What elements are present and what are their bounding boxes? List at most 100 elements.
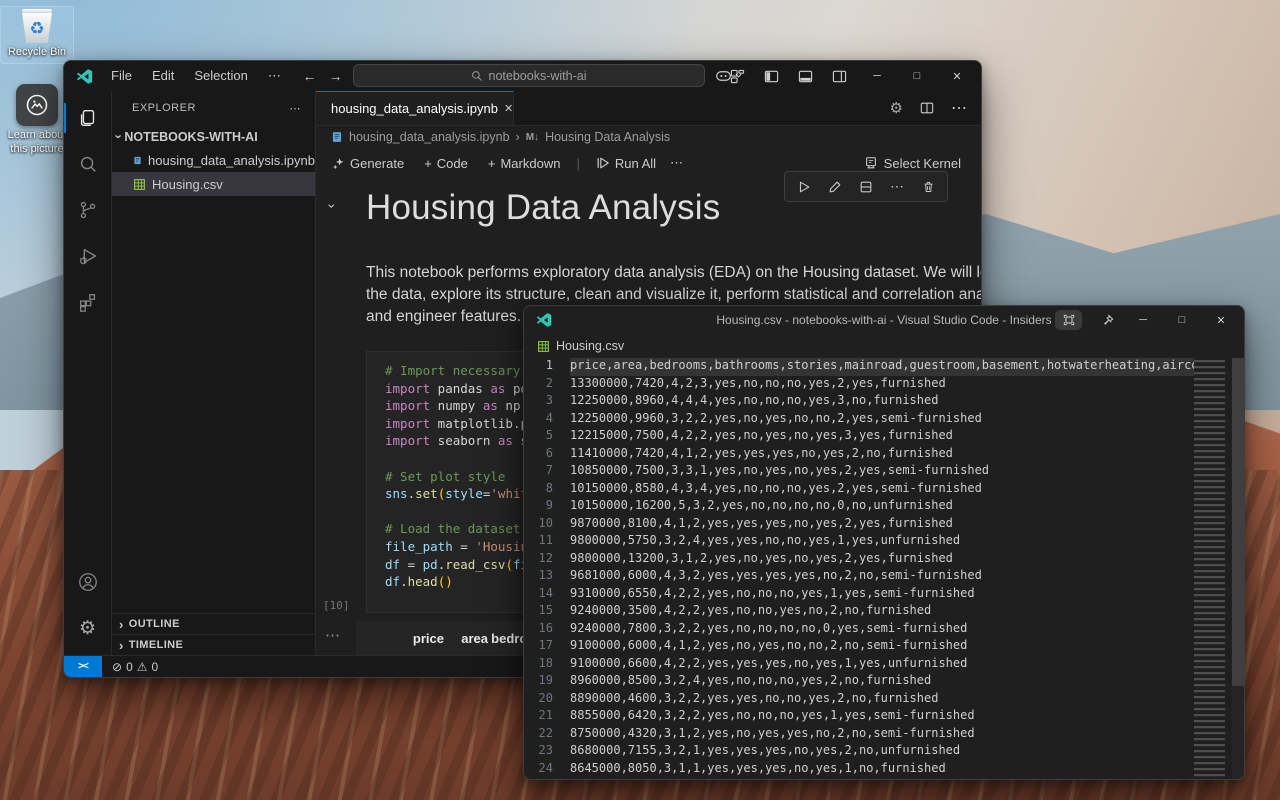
chevron-expanded-icon: › — [112, 134, 127, 138]
nav-back-icon[interactable]: ← — [303, 68, 317, 84]
file-item-notebook[interactable]: housing_data_analysis.ipynb — [112, 148, 315, 172]
maximize-button[interactable]: □ — [1172, 314, 1192, 326]
remote-indicator[interactable]: >< — [64, 656, 102, 677]
cell-more-actions[interactable]: ⋯ — [890, 178, 905, 195]
workspace-root-folder[interactable]: › NOTEBOOKS-WITH-AI — [112, 125, 315, 148]
select-kernel-button[interactable]: Select Kernel — [858, 154, 967, 173]
scrollbar[interactable] — [1232, 358, 1244, 779]
csv-line[interactable]: 238680000,7155,3,2,1,yes,yes,yes,no,yes,… — [524, 743, 1194, 761]
close-tab-icon[interactable]: ✕ — [504, 102, 513, 115]
csv-line[interactable]: 129800000,13200,3,1,2,yes,no,yes,no,yes,… — [524, 551, 1194, 569]
explorer-more-actions[interactable]: ⋯ — [290, 102, 302, 115]
csv-line[interactable]: 213300000,7420,4,2,3,yes,no,no,no,yes,2,… — [524, 376, 1194, 394]
csv-line[interactable]: 198960000,8500,3,2,4,yes,no,no,no,yes,2,… — [524, 673, 1194, 691]
search-icon — [77, 153, 99, 175]
file-item-csv[interactable]: Housing.csv — [112, 172, 315, 196]
activity-run-debug[interactable] — [64, 233, 112, 279]
csv-line[interactable]: 228750000,4320,3,1,2,yes,no,yes,yes,no,2… — [524, 726, 1194, 744]
problems-indicator[interactable]: ⊘ 0 ⚠ 0 — [102, 660, 158, 674]
menu-selection[interactable]: Selection — [186, 66, 255, 86]
toggle-secondary-sidebar-icon[interactable] — [832, 69, 847, 84]
settings-button[interactable]: ⚙ — [64, 605, 112, 651]
output-more-actions[interactable]: ⋯ — [325, 626, 341, 644]
breadcrumb[interactable]: housing_data_analysis.ipynb › M↓ Housing… — [316, 126, 981, 148]
csv-line[interactable]: 710850000,7500,3,3,1,yes,no,yes,no,yes,2… — [524, 463, 1194, 481]
activity-source-control[interactable] — [64, 187, 112, 233]
csv-line[interactable]: 139681000,6000,4,3,2,yes,yes,yes,yes,no,… — [524, 568, 1194, 586]
toggle-panel-icon[interactable] — [798, 69, 813, 84]
toggle-primary-sidebar-icon[interactable] — [764, 69, 779, 84]
csv-line[interactable]: 611410000,7420,4,1,2,yes,yes,yes,no,yes,… — [524, 446, 1194, 464]
extensions-icon — [77, 291, 99, 313]
csv-line[interactable]: 149310000,6550,4,2,2,yes,no,no,no,yes,1,… — [524, 586, 1194, 604]
activity-extensions[interactable] — [64, 279, 112, 325]
nav-forward-icon[interactable]: → — [329, 68, 343, 84]
scrollbar-thumb[interactable] — [1232, 358, 1244, 686]
main-titlebar[interactable]: File Edit Selection ⋯ ← → notebooks-with… — [64, 61, 981, 91]
minimap[interactable] — [1194, 360, 1232, 779]
run-all-icon — [596, 156, 610, 170]
pin-icon[interactable] — [1101, 314, 1114, 327]
markdown-heading: Housing Data Analysis — [366, 188, 720, 228]
csv-line[interactable]: 189100000,6600,4,2,2,yes,yes,yes,no,yes,… — [524, 656, 1194, 674]
tab-housing-notebook[interactable]: housing_data_analysis.ipynb ✕ — [316, 91, 514, 125]
add-code-cell-button[interactable]: +Code — [418, 154, 474, 173]
accounts-button[interactable] — [64, 559, 112, 605]
desktop-icon-recycle-bin[interactable]: ♻ Recycle Bin — [0, 6, 74, 64]
minimize-button[interactable]: ─ — [867, 70, 887, 82]
csv-line[interactable]: 810150000,8580,4,3,4,yes,no,no,no,yes,2,… — [524, 481, 1194, 499]
collapse-section-icon[interactable]: › — [324, 204, 340, 209]
warnings-count: 0 — [152, 660, 159, 674]
csv-file-label[interactable]: Housing.csv — [524, 334, 1244, 358]
menu-file[interactable]: File — [103, 66, 140, 86]
explorer-files-icon — [77, 107, 99, 129]
split-editor-icon[interactable] — [920, 101, 934, 115]
search-icon — [471, 70, 483, 82]
notebook-file-icon — [331, 131, 343, 143]
run-cell-icon[interactable] — [797, 180, 811, 194]
activity-explorer[interactable] — [64, 95, 112, 141]
maximize-button[interactable]: □ — [907, 70, 927, 82]
csv-titlebar[interactable]: Housing.csv - notebooks-with-ai - Visual… — [524, 306, 1244, 334]
tab-bar: housing_data_analysis.ipynb ✕ ⚙ ⋯ — [316, 91, 981, 126]
copilot-button[interactable] — [715, 69, 743, 83]
menu-edit[interactable]: Edit — [144, 66, 182, 86]
generate-button[interactable]: Generate — [326, 154, 410, 173]
csv-line[interactable]: 208890000,4600,3,2,2,yes,yes,no,no,yes,2… — [524, 691, 1194, 709]
run-all-button[interactable]: Run All — [590, 154, 662, 173]
csv-line[interactable]: 179100000,6000,4,1,2,yes,no,yes,no,no,2,… — [524, 638, 1194, 656]
split-cell-icon[interactable] — [859, 180, 873, 194]
vscode-insiders-logo-icon — [76, 68, 93, 85]
csv-line[interactable]: 109870000,8100,4,1,2,yes,yes,yes,no,yes,… — [524, 516, 1194, 534]
close-button[interactable]: ✕ — [1211, 314, 1231, 327]
csv-line[interactable]: 169240000,7800,3,2,2,yes,no,no,no,no,0,y… — [524, 621, 1194, 639]
editor-more-actions[interactable]: ⋯ — [951, 98, 967, 118]
csv-text-area[interactable]: 1price,area,bedrooms,bathrooms,stories,m… — [524, 358, 1194, 779]
activity-bar: ⚙ — [64, 91, 112, 655]
close-button[interactable]: ✕ — [947, 70, 967, 83]
csv-line[interactable]: 1price,area,bedrooms,bathrooms,stories,m… — [524, 358, 1194, 376]
csv-line[interactable]: 218855000,6420,3,2,2,yes,no,no,no,yes,1,… — [524, 708, 1194, 726]
menu-bar[interactable]: File Edit Selection ⋯ — [103, 66, 289, 86]
delete-cell-icon[interactable] — [922, 180, 935, 194]
csv-line[interactable]: 312250000,8960,4,4,4,yes,no,no,no,yes,3,… — [524, 393, 1194, 411]
command-center-search[interactable]: notebooks-with-ai — [353, 64, 705, 87]
restore-full-window-button[interactable] — [1055, 310, 1082, 330]
plus-icon: + — [488, 156, 496, 171]
edit-cell-icon[interactable] — [828, 180, 842, 194]
toolbar-more-actions[interactable]: ⋯ — [670, 155, 683, 171]
csv-line[interactable]: 119800000,5750,3,2,4,yes,yes,no,no,yes,1… — [524, 533, 1194, 551]
csv-line[interactable]: 248645000,8050,3,1,1,yes,yes,yes,no,yes,… — [524, 761, 1194, 779]
outline-section[interactable]: › OUTLINE — [112, 613, 315, 634]
minimize-button[interactable]: ─ — [1133, 314, 1153, 326]
add-markdown-cell-button[interactable]: +Markdown — [482, 154, 567, 173]
csv-line[interactable]: 412250000,9960,3,2,2,yes,no,yes,no,no,2,… — [524, 411, 1194, 429]
timeline-section[interactable]: › TIMELINE — [112, 634, 315, 655]
activity-search[interactable] — [64, 141, 112, 187]
menu-more[interactable]: ⋯ — [260, 66, 289, 86]
csv-line[interactable]: 159240000,3500,4,2,2,yes,no,no,yes,no,2,… — [524, 603, 1194, 621]
notebook-settings-gear-icon[interactable]: ⚙ — [890, 99, 903, 117]
csv-line[interactable]: 910150000,16200,5,3,2,yes,no,no,no,no,0,… — [524, 498, 1194, 516]
csv-line[interactable]: 512215000,7500,4,2,2,yes,no,yes,no,yes,3… — [524, 428, 1194, 446]
remote-icon: >< — [78, 661, 88, 672]
